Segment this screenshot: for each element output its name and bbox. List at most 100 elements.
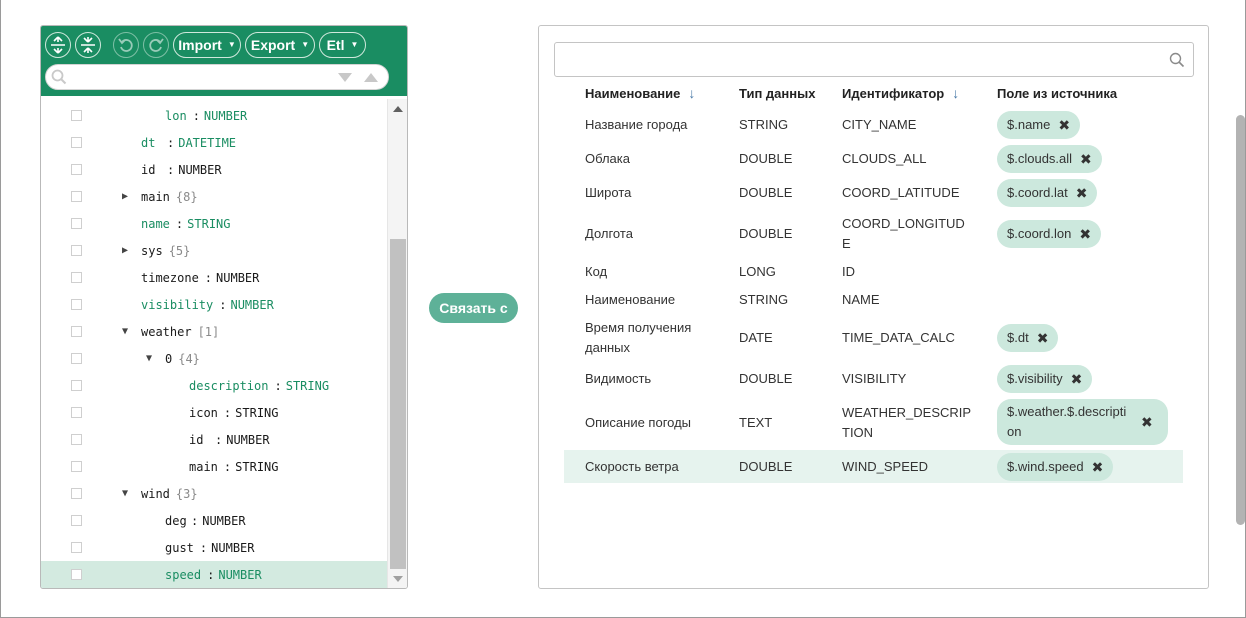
tree-node[interactable]: id: NUMBER xyxy=(41,156,387,183)
remove-icon[interactable]: ✖ xyxy=(1079,224,1091,244)
remove-icon[interactable]: ✖ xyxy=(1076,183,1088,203)
import-menu-button[interactable]: Import ▼ xyxy=(173,32,241,58)
cell-identifier: COORD_LATITUDE xyxy=(842,185,960,200)
table-row[interactable]: Код LONG ID xyxy=(564,262,1183,282)
etl-menu-button[interactable]: Etl ▼ xyxy=(319,32,366,58)
tree-node[interactable]: ▼ wind {3} xyxy=(41,480,387,507)
node-checkbox[interactable] xyxy=(71,407,82,418)
source-chip[interactable]: $.coord.lon ✖ xyxy=(997,220,1102,248)
node-checkbox[interactable] xyxy=(71,110,82,121)
mapping-search-input[interactable] xyxy=(554,42,1194,77)
node-checkbox[interactable] xyxy=(71,515,82,526)
node-checkbox[interactable] xyxy=(71,488,82,499)
collapse-triangle-icon[interactable]: ▼ xyxy=(119,488,131,499)
node-checkbox[interactable] xyxy=(71,380,82,391)
node-checkbox[interactable] xyxy=(71,353,82,364)
remove-icon[interactable]: ✖ xyxy=(1080,149,1092,169)
bind-with-button[interactable]: Связать с xyxy=(429,293,518,323)
column-header-identifier[interactable]: Идентификатор ↓ xyxy=(842,84,959,102)
tree-scrollbar[interactable] xyxy=(387,99,407,588)
source-chip[interactable]: $.clouds.all ✖ xyxy=(997,145,1102,173)
collapse-triangle-icon[interactable]: ▼ xyxy=(119,326,131,337)
source-chip[interactable]: $.wind.speed ✖ xyxy=(997,453,1114,481)
node-checkbox[interactable] xyxy=(71,164,82,175)
node-checkbox[interactable] xyxy=(71,542,82,553)
cell-dtype: STRING xyxy=(739,117,789,132)
table-row-selected[interactable]: Скорость ветра DOUBLE WIND_SPEED $.wind.… xyxy=(564,450,1183,483)
node-checkbox[interactable] xyxy=(71,191,82,202)
remove-icon[interactable]: ✖ xyxy=(1141,412,1153,432)
source-chip[interactable]: $.visibility ✖ xyxy=(997,365,1093,393)
tree-node[interactable]: ▼ 0 {4} xyxy=(41,345,387,372)
table-row[interactable]: Долгота DOUBLE COORD_LONGITUDE $.coord.l… xyxy=(564,213,1183,255)
table-row[interactable]: Облака DOUBLE CLOUDS_ALL $.clouds.all ✖ xyxy=(564,145,1183,173)
search-next-icon[interactable] xyxy=(338,73,352,82)
node-key: sys xyxy=(141,243,163,258)
tree-node[interactable]: ▶ main {8} xyxy=(41,183,387,210)
column-header-source[interactable]: Поле из источника xyxy=(997,84,1117,102)
search-prev-icon[interactable] xyxy=(364,73,378,82)
tree-node[interactable]: description: STRING xyxy=(41,372,387,399)
tree-node[interactable]: deg: NUMBER xyxy=(41,507,387,534)
expand-triangle-icon[interactable]: ▶ xyxy=(119,191,131,202)
scroll-up-icon[interactable] xyxy=(393,106,403,112)
node-checkbox[interactable] xyxy=(71,137,82,148)
tree-node[interactable]: name: STRING xyxy=(41,210,387,237)
remove-icon[interactable]: ✖ xyxy=(1092,457,1104,477)
tree-node[interactable]: dt: DATETIME xyxy=(41,129,387,156)
source-chip[interactable]: $.name ✖ xyxy=(997,111,1081,139)
sort-down-icon[interactable]: ↓ xyxy=(952,85,959,101)
json-tree-panel: Import ▼ Export ▼ Etl ▼ lon: NUMBER dt:… xyxy=(40,25,408,589)
collapse-all-button[interactable] xyxy=(75,32,101,58)
remove-icon[interactable]: ✖ xyxy=(1071,369,1083,389)
redo-button[interactable] xyxy=(143,32,169,58)
export-menu-button[interactable]: Export ▼ xyxy=(245,32,315,58)
node-checkbox[interactable] xyxy=(71,434,82,445)
tree-node[interactable]: timezone: NUMBER xyxy=(41,264,387,291)
node-checkbox[interactable] xyxy=(71,299,82,310)
page-scrollbar-thumb[interactable] xyxy=(1236,115,1245,525)
table-row[interactable]: Видимость DOUBLE VISIBILITY $.visibility… xyxy=(564,365,1183,393)
node-checkbox[interactable] xyxy=(71,569,82,580)
tree-node[interactable]: visibility: NUMBER xyxy=(41,291,387,318)
remove-icon[interactable]: ✖ xyxy=(1037,328,1049,348)
node-type: NUMBER xyxy=(216,270,260,285)
node-checkbox[interactable] xyxy=(71,245,82,256)
etl-label: Etl xyxy=(326,37,345,53)
cell-name: Время получения данных xyxy=(585,320,692,355)
tree-node-selected[interactable]: speed: NUMBER xyxy=(41,561,387,588)
source-chip[interactable]: $.weather.$.description ✖ xyxy=(997,399,1168,445)
remove-icon[interactable]: ✖ xyxy=(1058,115,1070,135)
tree-node[interactable]: lon: NUMBER xyxy=(41,102,387,129)
sort-down-icon[interactable]: ↓ xyxy=(688,85,695,101)
table-row[interactable]: Время получения данных DATE TIME_DATA_CA… xyxy=(564,318,1183,360)
tree-node[interactable]: gust: NUMBER xyxy=(41,534,387,561)
tree-search-input[interactable] xyxy=(45,64,389,90)
scrollbar-thumb[interactable] xyxy=(390,239,406,569)
table-row[interactable]: Наименование STRING NAME xyxy=(564,290,1183,310)
cell-identifier: ID xyxy=(842,264,855,279)
expand-all-button[interactable] xyxy=(45,32,71,58)
tree-node[interactable]: ▶ sys {5} xyxy=(41,237,387,264)
node-key: id xyxy=(189,432,204,447)
table-row[interactable]: Название города STRING CITY_NAME $.name … xyxy=(564,111,1183,139)
node-checkbox[interactable] xyxy=(71,218,82,229)
tree-node[interactable]: icon: STRING xyxy=(41,399,387,426)
chip-label: $.clouds.all xyxy=(1007,151,1073,166)
expand-triangle-icon[interactable]: ▶ xyxy=(119,245,131,256)
undo-button[interactable] xyxy=(113,32,139,58)
table-row[interactable]: Описание погоды TEXT WEATHER_DESCRIPTION… xyxy=(564,399,1183,447)
node-checkbox[interactable] xyxy=(71,272,82,283)
scroll-down-icon[interactable] xyxy=(393,576,403,582)
source-chip[interactable]: $.dt ✖ xyxy=(997,324,1059,352)
column-header-dtype[interactable]: Тип данных xyxy=(739,84,815,102)
source-chip[interactable]: $.coord.lat ✖ xyxy=(997,179,1098,207)
tree-node[interactable]: id: NUMBER xyxy=(41,426,387,453)
tree-node[interactable]: ▼ weather [1] xyxy=(41,318,387,345)
tree-node[interactable]: main: STRING xyxy=(41,453,387,480)
table-row[interactable]: Широта DOUBLE COORD_LATITUDE $.coord.lat… xyxy=(564,179,1183,207)
collapse-triangle-icon[interactable]: ▼ xyxy=(143,353,155,364)
column-header-name[interactable]: Наименование ↓ xyxy=(585,84,695,102)
node-checkbox[interactable] xyxy=(71,326,82,337)
node-checkbox[interactable] xyxy=(71,461,82,472)
